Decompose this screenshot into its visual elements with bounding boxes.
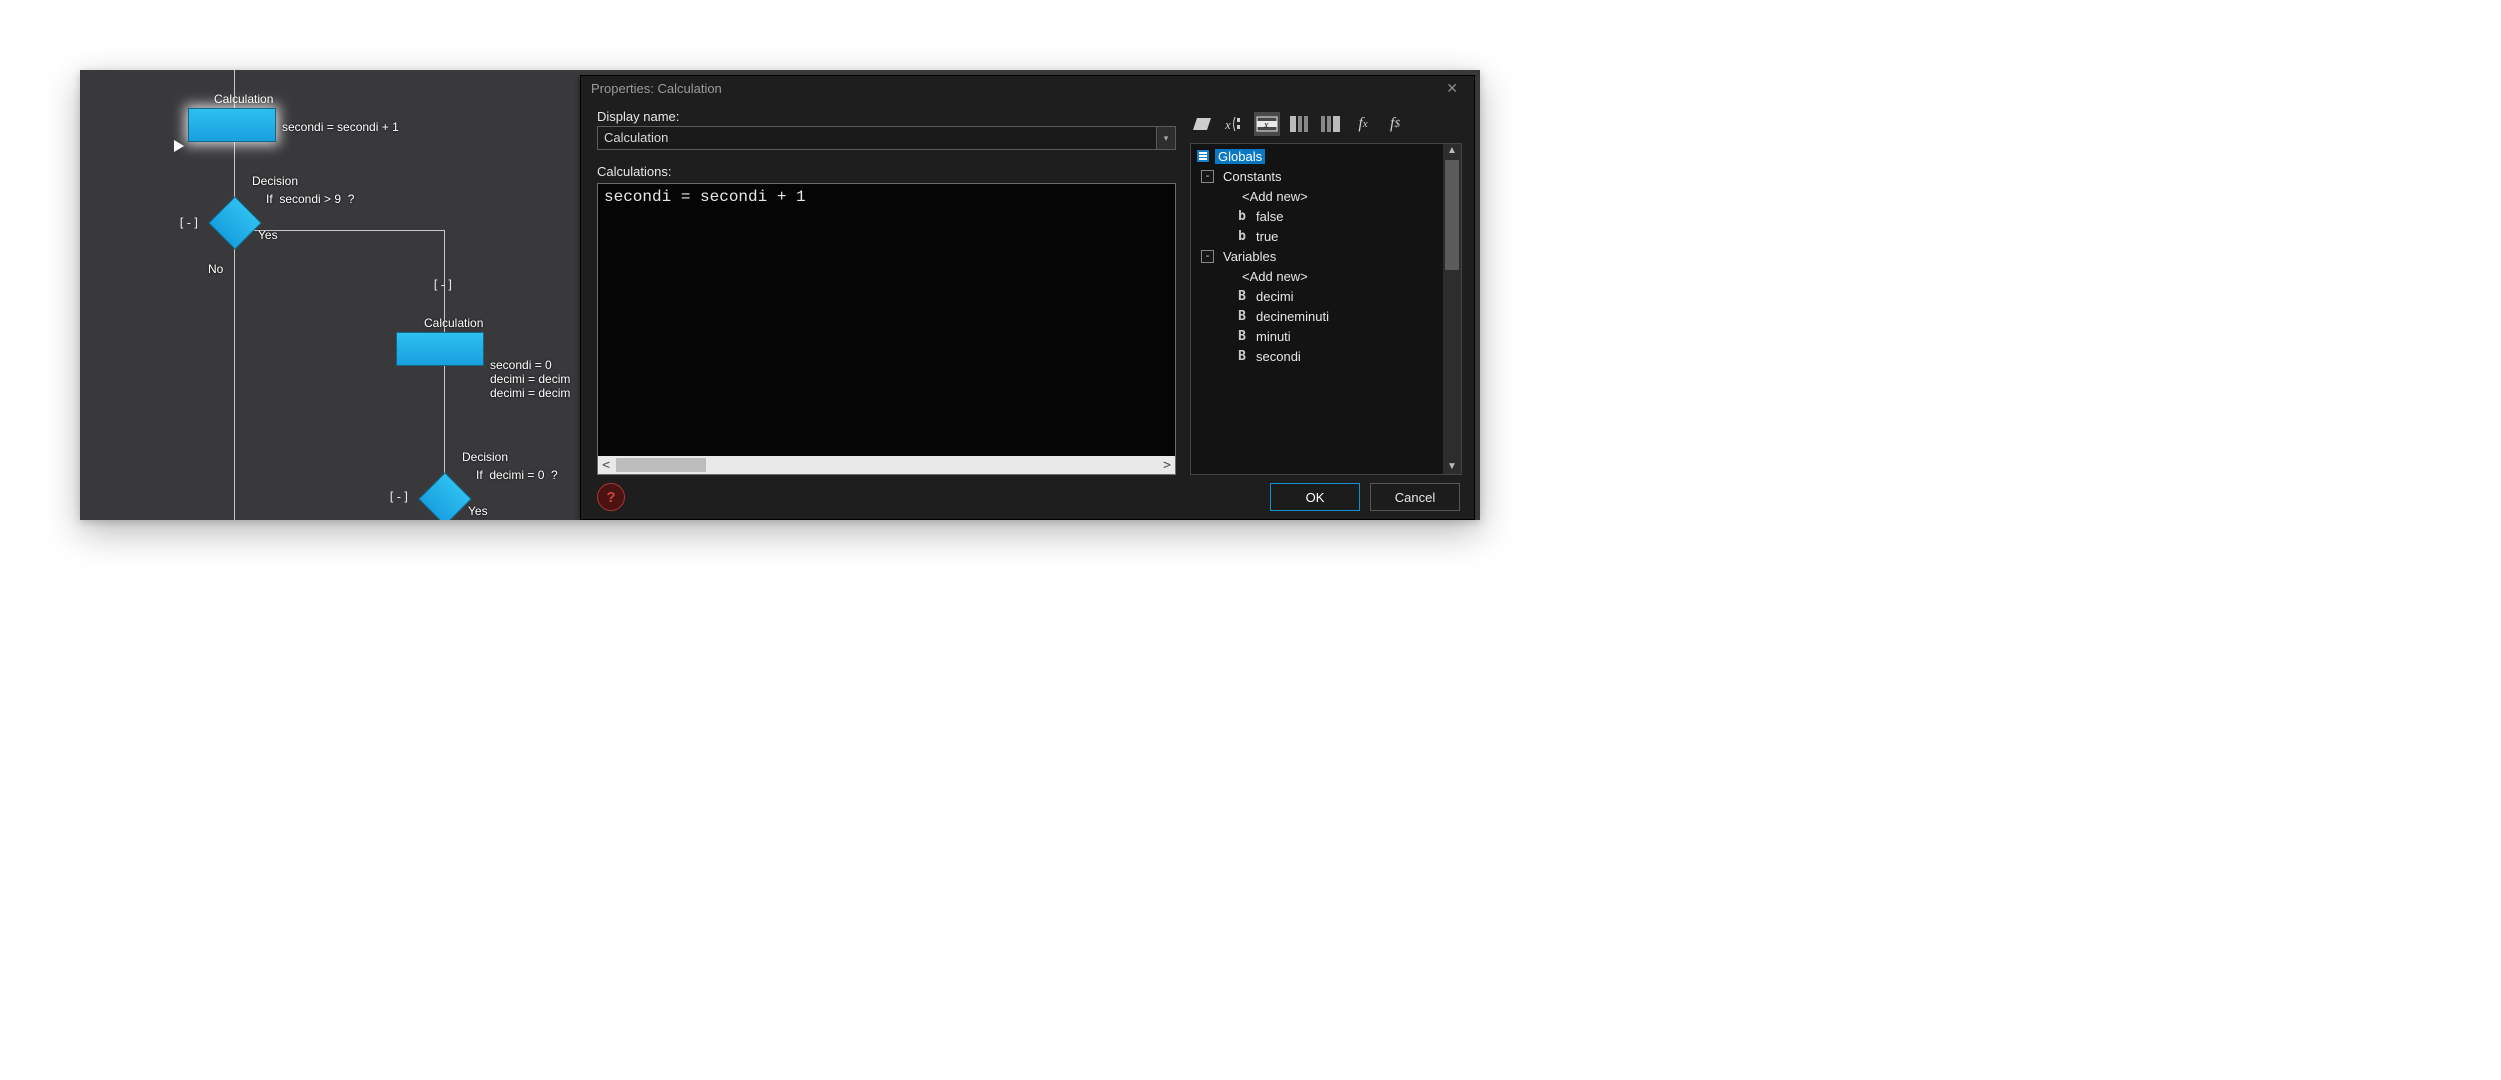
toolbar-table-icon[interactable]: x	[1254, 112, 1280, 136]
dialog-footer: ? OK Cancel	[581, 475, 1474, 519]
branch-yes-label: Yes	[258, 228, 278, 242]
app-viewport: Calculation secondi = secondi + 1 Decisi…	[80, 70, 1480, 520]
ok-button[interactable]: OK	[1270, 483, 1360, 511]
entry-arrow-icon	[174, 140, 184, 152]
scroll-up-icon[interactable]: ▲	[1443, 144, 1461, 158]
tree-item[interactable]: false	[1253, 209, 1286, 224]
byte-type-icon: B	[1235, 349, 1249, 364]
flowchart-canvas[interactable]: Calculation secondi = secondi + 1 Decisi…	[80, 70, 580, 520]
calculations-label: Calculations:	[597, 164, 1176, 179]
globals-tree[interactable]: Globals - Constants <Add new> b false	[1191, 144, 1443, 474]
globals-icon	[1195, 149, 1211, 163]
node-expression-line: decimi = decim	[490, 386, 570, 400]
toolbar-fx-icon[interactable]: fx	[1350, 112, 1376, 136]
horizontal-scrollbar[interactable]: < >	[598, 456, 1175, 474]
tree-item[interactable]: true	[1253, 229, 1281, 244]
node-title: Calculation	[214, 92, 273, 106]
boolean-type-icon: b	[1235, 209, 1249, 224]
display-name-input[interactable]: Calculation ▾	[597, 126, 1176, 150]
scroll-left-icon[interactable]: <	[598, 458, 614, 473]
node-expression-line: secondi = 0	[490, 358, 552, 372]
toolbar-columns2-icon[interactable]	[1318, 112, 1344, 136]
scroll-thumb[interactable]	[616, 458, 706, 472]
tree-add-new[interactable]: <Add new>	[1239, 189, 1311, 204]
branch-no-label: No	[208, 262, 223, 276]
calculations-editor[interactable]: secondi = secondi + 1 < >	[597, 183, 1176, 475]
collapse-toggle[interactable]: [-]	[388, 490, 410, 504]
byte-type-icon: B	[1235, 309, 1249, 324]
scroll-thumb[interactable]	[1445, 160, 1459, 270]
cancel-button[interactable]: Cancel	[1370, 483, 1460, 511]
help-icon[interactable]: ?	[597, 483, 625, 511]
tree-item[interactable]: decineminuti	[1253, 309, 1332, 324]
calculation-node-selected[interactable]	[188, 108, 276, 142]
dialog-titlebar: Properties: Calculation ✕	[581, 76, 1474, 103]
svg-text:x: x	[1263, 120, 1269, 131]
tree-group-label[interactable]: Constants	[1220, 169, 1285, 184]
tree-item[interactable]: secondi	[1253, 349, 1304, 364]
close-icon[interactable]: ✕	[1440, 80, 1464, 97]
tree-root-label[interactable]: Globals	[1215, 149, 1265, 164]
scroll-right-icon[interactable]: >	[1159, 458, 1175, 473]
svg-text:x: x	[1225, 117, 1231, 132]
decision-node[interactable]	[208, 196, 262, 250]
branch-yes-label: Yes	[468, 504, 488, 518]
node-expression: secondi = secondi + 1	[282, 120, 399, 134]
dialog-sidebar: x x fx f$	[1190, 107, 1462, 475]
node-title: Decision	[252, 174, 298, 188]
variable-toolbar: x x fx f$	[1190, 107, 1462, 143]
collapse-toggle[interactable]: [-]	[432, 278, 454, 292]
node-title: Calculation	[424, 316, 483, 330]
display-name-value[interactable]: Calculation	[598, 127, 1156, 149]
display-name-label: Display name:	[597, 109, 1176, 124]
tree-item[interactable]: minuti	[1253, 329, 1294, 344]
decision-condition: If decimi = 0 ?	[476, 468, 558, 482]
collapse-toggle[interactable]: [-]	[178, 216, 200, 230]
boolean-type-icon: b	[1235, 229, 1249, 244]
byte-type-icon: B	[1235, 289, 1249, 304]
calculation-node[interactable]	[396, 332, 484, 366]
toolbar-struct-icon[interactable]: x	[1222, 112, 1248, 136]
tree-add-new[interactable]: <Add new>	[1239, 269, 1311, 284]
byte-type-icon: B	[1235, 329, 1249, 344]
dialog-title-text: Properties: Calculation	[591, 81, 722, 96]
scroll-down-icon[interactable]: ▼	[1443, 460, 1461, 474]
chevron-down-icon[interactable]: ▾	[1156, 127, 1175, 149]
decision-condition: If secondi > 9 ?	[266, 192, 354, 206]
tree-item[interactable]: decimi	[1253, 289, 1297, 304]
dialog-form: Display name: Calculation ▾ Calculations…	[597, 107, 1176, 475]
toolbar-columns-icon[interactable]	[1286, 112, 1312, 136]
tree-group-label[interactable]: Variables	[1220, 249, 1279, 264]
calculations-text[interactable]: secondi = secondi + 1	[604, 188, 1169, 206]
tree-collapse-icon[interactable]: -	[1201, 170, 1214, 183]
node-expression-line: decimi = decim	[490, 372, 570, 386]
toolbar-fs-icon[interactable]: f$	[1382, 112, 1408, 136]
toolbar-block-icon[interactable]	[1190, 112, 1216, 136]
node-title: Decision	[462, 450, 508, 464]
decision-node[interactable]	[418, 472, 472, 520]
tree-vertical-scrollbar[interactable]: ▲ ▼	[1443, 144, 1461, 474]
scroll-track[interactable]	[614, 456, 1159, 474]
tree-collapse-icon[interactable]: -	[1201, 250, 1214, 263]
properties-dialog: Properties: Calculation ✕ Display name: …	[580, 75, 1475, 520]
